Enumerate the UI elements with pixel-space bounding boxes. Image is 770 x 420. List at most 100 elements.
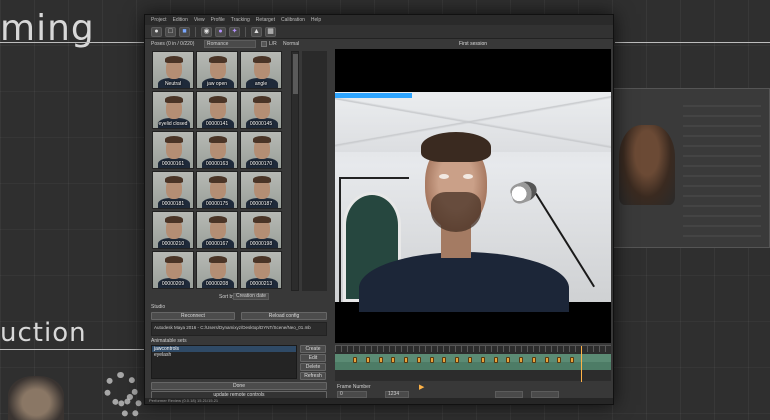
scrollbar-handle[interactable] xyxy=(293,54,298,94)
delete-button[interactable]: Delete xyxy=(300,363,326,371)
keyframe-marker[interactable] xyxy=(455,357,460,363)
keyframe-marker[interactable] xyxy=(365,357,370,363)
pose-label: 00000187 xyxy=(249,201,273,207)
pose-thumbnail[interactable]: 00000161 xyxy=(152,131,194,169)
keyframe-marker[interactable] xyxy=(429,357,434,363)
lr-checkbox[interactable] xyxy=(261,41,267,47)
studio-lamp xyxy=(508,178,540,206)
keyframe-marker[interactable] xyxy=(404,357,409,363)
pose-thumbnail[interactable]: 00000210 xyxy=(152,211,194,249)
menu-item-edition[interactable]: Edition xyxy=(173,17,188,23)
backdrop-bar xyxy=(339,177,409,179)
keyframe-marker[interactable] xyxy=(416,357,421,363)
thumb-hair xyxy=(209,216,227,223)
animatable-sets-list[interactable]: jawcontrols eyelash xyxy=(151,345,297,379)
pose-thumbnail[interactable]: 00000208 xyxy=(196,251,238,289)
view-select[interactable]: Romance xyxy=(204,40,256,48)
lr-label: L/R xyxy=(269,41,277,47)
keyframe-marker[interactable] xyxy=(391,357,396,363)
end-frame-field[interactable]: 1234 xyxy=(385,391,409,398)
keyframe-marker[interactable] xyxy=(480,357,485,363)
thumb-hair xyxy=(253,256,271,263)
thumb-hair xyxy=(253,216,271,223)
shape-icon[interactable]: ▲ xyxy=(251,26,262,37)
menu-item-project[interactable]: Project xyxy=(151,17,167,23)
thumbnail-scrollbar[interactable] xyxy=(291,51,299,291)
play-icon[interactable]: ▶ xyxy=(419,383,424,391)
pose-thumbnail[interactable]: jaw open xyxy=(196,51,238,89)
frame-number-label: Frame Number xyxy=(337,384,371,390)
pose-thumbnail[interactable]: eyelid closed xyxy=(152,91,194,129)
camera-icon[interactable]: ◉ xyxy=(201,26,212,37)
thumb-hair xyxy=(209,96,227,103)
reconnect-button[interactable]: Reconnect xyxy=(151,312,235,320)
pose-thumbnail[interactable]: 00000181 xyxy=(152,171,194,209)
sort-select[interactable]: Creation date xyxy=(233,293,269,300)
keyframe-marker[interactable] xyxy=(519,357,524,363)
pose-thumbnail[interactable]: 00000209 xyxy=(152,251,194,289)
create-button[interactable]: Create xyxy=(300,345,326,353)
timeline-track-row xyxy=(335,362,611,370)
keyframe-marker[interactable] xyxy=(531,357,536,363)
window-icon[interactable]: ▦ xyxy=(265,26,276,37)
keyframe-marker[interactable] xyxy=(353,357,357,363)
background-title-bottom: uction xyxy=(0,318,87,348)
edit-button[interactable]: Edit xyxy=(300,354,326,362)
pose-thumbnail[interactable]: 00000163 xyxy=(196,131,238,169)
pose-thumbnail[interactable]: 00000170 xyxy=(240,131,282,169)
pose-label: 00000213 xyxy=(249,281,273,287)
status-bar: Performer Review (0.0.18) 15.21/15.21 xyxy=(145,398,613,404)
pose-thumbnail[interactable]: 00000167 xyxy=(196,211,238,249)
menu-item-profile[interactable]: Profile xyxy=(211,17,225,23)
keyframe-marker[interactable] xyxy=(378,357,383,363)
pose-label: Neutral xyxy=(164,81,182,87)
menu-item-view[interactable]: View xyxy=(194,17,205,23)
menu-item-calibration[interactable]: Calibration xyxy=(281,17,305,23)
open-icon[interactable]: □ xyxy=(165,26,176,37)
refresh-button[interactable]: Refresh xyxy=(300,372,326,380)
pose-icon[interactable]: ✦ xyxy=(229,26,240,37)
background-rule xyxy=(0,349,150,350)
keyframe-marker[interactable] xyxy=(544,357,549,363)
thumb-hair xyxy=(165,216,183,223)
tracking-progress-bar xyxy=(335,93,611,98)
keyframe-marker[interactable] xyxy=(493,357,498,363)
background-rule xyxy=(615,42,770,43)
pose-thumbnail[interactable]: 00000213 xyxy=(240,251,282,289)
range-end-field[interactable] xyxy=(531,391,559,398)
done-button[interactable]: Done xyxy=(151,382,327,390)
pose-label: 00000208 xyxy=(205,281,229,287)
background-rule xyxy=(0,42,150,43)
menu-item-tracking[interactable]: Tracking xyxy=(231,17,250,23)
keyframe-marker[interactable] xyxy=(468,357,472,363)
pose-label: 00000198 xyxy=(249,241,273,247)
pose-thumbnail[interactable]: 00000175 xyxy=(196,171,238,209)
record-icon[interactable]: ● xyxy=(215,26,226,37)
actor-eye xyxy=(463,174,473,179)
pose-label: 00000167 xyxy=(205,241,229,247)
pose-thumbnail[interactable]: 00000145 xyxy=(240,91,282,129)
sort-bar: Sort by Creation date xyxy=(149,293,329,301)
playhead[interactable] xyxy=(581,346,582,382)
pose-label: 00000163 xyxy=(205,161,229,167)
thumb-hair xyxy=(165,56,183,63)
timeline[interactable] xyxy=(335,345,611,382)
pose-thumbnail[interactable]: 00000198 xyxy=(240,211,282,249)
camera-viewport[interactable] xyxy=(335,49,611,343)
profile-icon[interactable]: ● xyxy=(151,26,162,37)
menu-item-retarget[interactable]: Retarget xyxy=(256,17,275,23)
range-start-field[interactable] xyxy=(495,391,523,398)
reload-config-button[interactable]: Reload config xyxy=(241,312,327,320)
animatable-set-item[interactable]: eyelash xyxy=(152,352,296,358)
keyframe-marker[interactable] xyxy=(570,357,575,363)
menu-item-help[interactable]: Help xyxy=(311,17,321,23)
pose-thumbnail[interactable]: Neutral xyxy=(152,51,194,89)
pose-thumbnail[interactable]: 00000141 xyxy=(196,91,238,129)
keyframe-marker[interactable] xyxy=(506,357,511,363)
pose-thumbnail[interactable]: angle xyxy=(240,51,282,89)
save-icon[interactable]: ■ xyxy=(179,26,190,37)
keyframe-marker[interactable] xyxy=(442,357,447,363)
keyframe-marker[interactable] xyxy=(557,357,562,363)
frame-number-field[interactable]: 0 xyxy=(337,391,367,398)
pose-thumbnail[interactable]: 00000187 xyxy=(240,171,282,209)
